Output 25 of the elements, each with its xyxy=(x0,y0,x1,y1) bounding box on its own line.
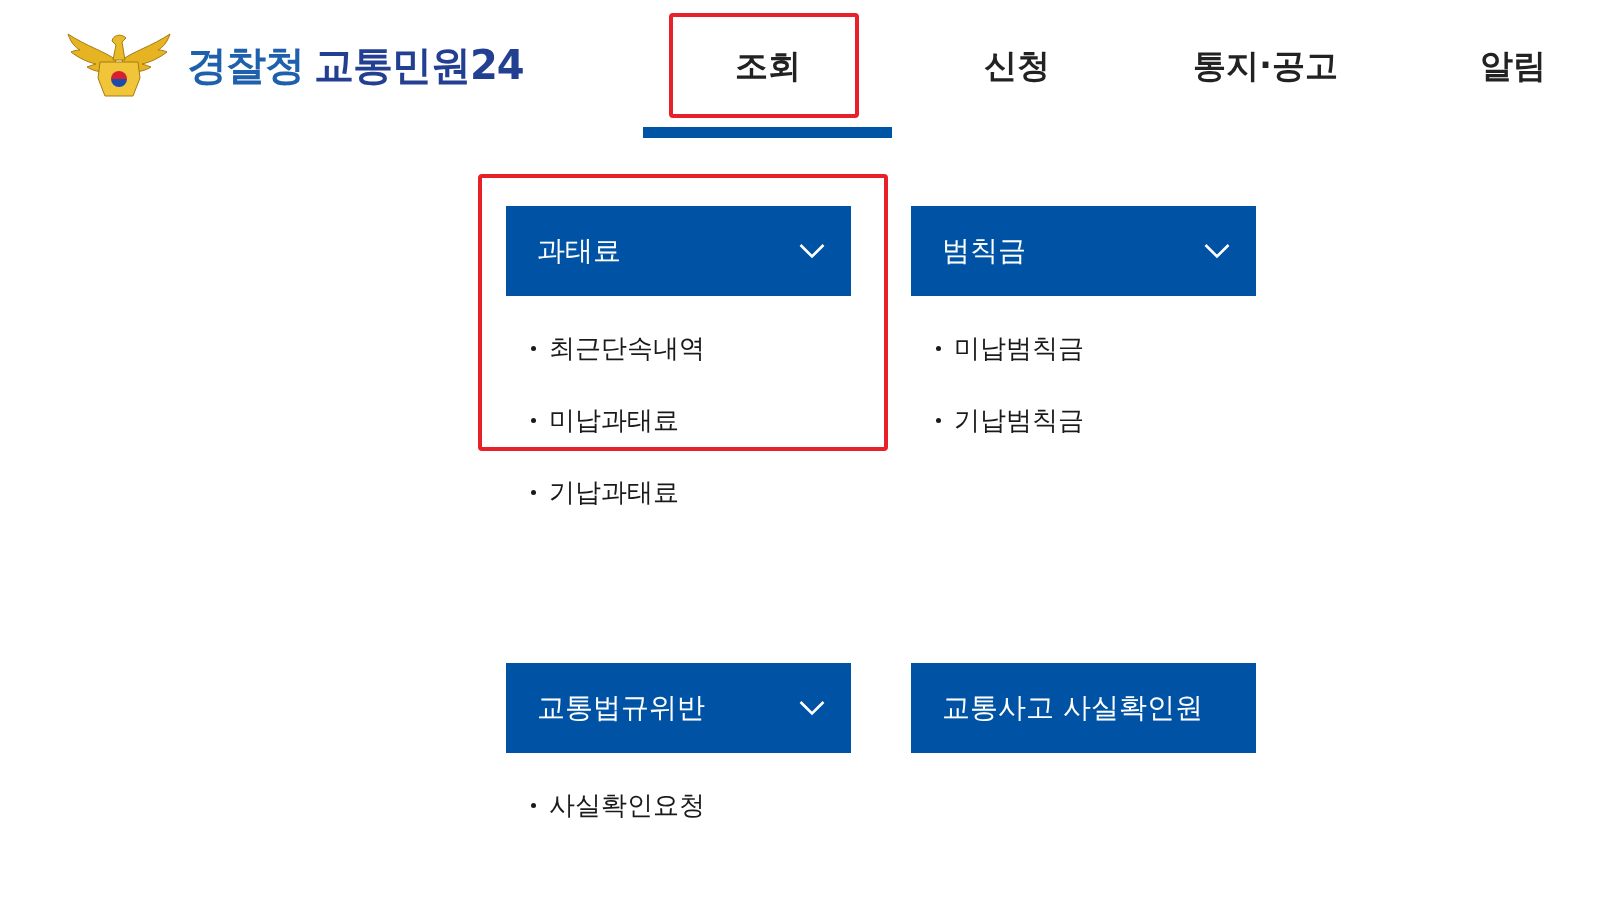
chevron-down-icon xyxy=(799,700,825,716)
bullet-icon xyxy=(936,417,941,423)
chevron-down-icon xyxy=(1204,243,1230,259)
menu-header-button[interactable]: 교통법규위반 xyxy=(506,663,851,753)
menu-header-button[interactable]: 과태료 xyxy=(506,206,851,296)
submenu-link[interactable]: 사실확인요청 xyxy=(506,785,705,825)
submenu-link[interactable]: 기납과태료 xyxy=(506,472,679,512)
menu-header-button[interactable]: 교통사고 사실확인원 xyxy=(911,663,1256,753)
eagle-emblem-icon xyxy=(66,32,172,98)
nav-tab[interactable]: 알림 xyxy=(1390,0,1607,138)
chevron-down-icon xyxy=(799,243,825,259)
bullet-icon xyxy=(531,802,536,808)
nav-tab[interactable]: 통지·공고 xyxy=(1141,0,1390,138)
home-logo-link[interactable]: 경찰청 교통민원24 xyxy=(66,0,643,130)
nav-tab[interactable]: 조회 xyxy=(643,0,892,138)
bullet-icon xyxy=(531,417,536,423)
submenu-link[interactable]: 기납범칙금 xyxy=(911,400,1084,440)
bullet-icon xyxy=(531,345,536,351)
menu-header-button[interactable]: 범칙금 xyxy=(911,206,1256,296)
nav-tab[interactable]: 신청 xyxy=(892,0,1141,138)
bullet-icon xyxy=(531,489,536,495)
submenu-link[interactable]: 미납과태료 xyxy=(506,400,679,440)
submenu-link[interactable]: 최근단속내역 xyxy=(506,328,705,368)
bullet-icon xyxy=(936,345,941,351)
submenu-link[interactable]: 미납범칙금 xyxy=(911,328,1084,368)
